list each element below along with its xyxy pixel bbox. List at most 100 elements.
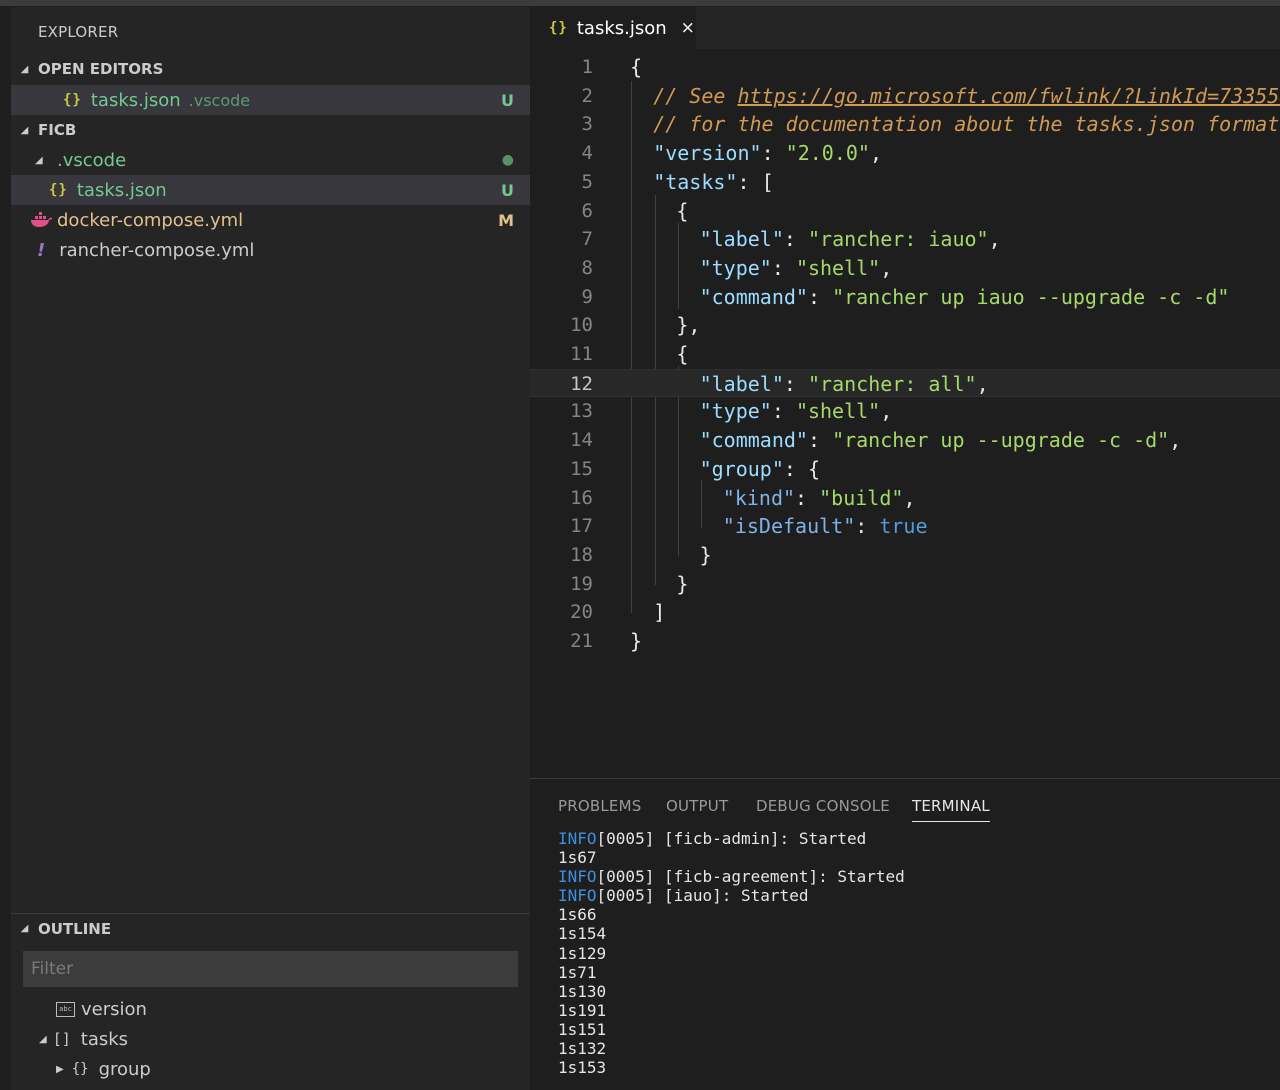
tree-folder-vscode[interactable]: ◢ .vscode ● [11, 145, 530, 175]
code-line[interactable]: 19} [530, 570, 1280, 598]
line-text: "command": "rancher up --upgrade -c -d", [700, 426, 1182, 454]
code-line[interactable]: 3 // for the documentation about the task… [530, 110, 1280, 138]
code-line[interactable]: 5 "tasks": [ [530, 168, 1280, 196]
code-line[interactable]: 11 { [530, 340, 1280, 368]
object-icon: {} [71, 1061, 89, 1077]
open-editors-label: OPEN EDITORS [38, 60, 164, 78]
code-line[interactable]: 13 "type": "shell", [530, 397, 1280, 425]
code-line[interactable]: 20] [530, 598, 1280, 626]
code-token: { [676, 198, 689, 223]
file-name: docker-compose.yml [57, 209, 244, 231]
tab-terminal[interactable]: TERMINAL [912, 797, 990, 822]
modified-dot-badge: ● [501, 152, 514, 168]
line-text: ] [653, 598, 665, 626]
tab-tasks-json[interactable]: {} tasks.json × [530, 7, 696, 49]
log-level: INFO [558, 886, 597, 906]
file-name: tasks.json [76, 179, 167, 201]
log-text: 1s71 [558, 962, 597, 982]
outline-label: OUTLINE [38, 919, 112, 938]
terminal-output[interactable]: INFO[0005] [ficb-admin]: Started 1s67 INFO… [558, 829, 905, 1077]
code-line[interactable]: 8 "type": "shell", [530, 254, 1280, 282]
code-token: : [783, 371, 808, 396]
folder-header-ficb[interactable]: ◢ FICB [11, 115, 530, 145]
outline-item-group[interactable]: ▶ {} group [11, 1054, 530, 1084]
code-token: : { [783, 456, 821, 481]
log-level: INFO [558, 867, 597, 887]
bottom-panel: PROBLEMS OUTPUT DEBUG CONSOLE TERMINAL I… [530, 778, 1280, 1090]
tab-debug-console[interactable]: DEBUG CONSOLE [756, 797, 890, 815]
line-text: { [630, 53, 642, 81]
json-icon: {} [49, 182, 68, 198]
line-text: "tasks": [ [653, 168, 773, 196]
code-token: "2.0.0" [785, 141, 870, 166]
line-text: "label": "rancher: iauo", [700, 225, 1001, 253]
code-token: } [630, 629, 643, 653]
code-token: "shell" [795, 255, 881, 280]
code-token: : [855, 514, 880, 539]
open-editor-filename: tasks.json [90, 89, 181, 111]
line-text: "group": { [700, 455, 820, 483]
code-token: "rancher up iauo --upgrade -c -d" [832, 284, 1230, 309]
outline-item-tasks[interactable]: ◢ [] tasks [11, 1024, 530, 1054]
code-line[interactable]: 6{ [530, 197, 1280, 225]
code-line[interactable]: 12 "label": "rancher: all", [530, 368, 1280, 398]
line-number: 11 [570, 343, 593, 365]
code-line[interactable]: 17 "isDefault": true [530, 512, 1280, 540]
code-line[interactable]: 7 "label": "rancher: iauo", [530, 225, 1280, 253]
line-number: 9 [581, 285, 593, 308]
code-token: } [676, 571, 689, 596]
code-token: "label" [699, 371, 784, 396]
code-line[interactable]: 1{ [530, 53, 1280, 81]
code-line[interactable]: 10}, [530, 311, 1280, 339]
terminal-line: 1s67 [558, 848, 905, 867]
code-line[interactable]: 4 "version": "2.0.0", [530, 139, 1280, 167]
code-line[interactable]: 9 "command": "rancher up iauo --upgrade -… [530, 283, 1280, 311]
code-line[interactable]: 2 // See https://go.microsoft.com/fwlink/… [530, 82, 1280, 110]
line-text: "version": "2.0.0", [653, 139, 882, 167]
explorer-sidebar: EXPLORER ◢ OPEN EDITORS {} tasks.json .v… [11, 7, 530, 1090]
line-number: 7 [581, 228, 593, 251]
code-token: "rancher: iauo" [807, 227, 989, 252]
close-icon[interactable]: × [681, 18, 695, 38]
untracked-badge: U [501, 180, 514, 200]
code-token: "group" [699, 456, 784, 481]
open-editors-header[interactable]: ◢ OPEN EDITORS [11, 54, 530, 84]
code-line[interactable]: 18} [530, 541, 1280, 569]
line-number: 6 [581, 199, 593, 222]
tab-output[interactable]: OUTPUT [666, 797, 728, 815]
code-token: : [807, 428, 833, 453]
code-token: "command" [699, 428, 808, 453]
terminal-line: 1s151 [558, 1020, 905, 1039]
code-token: { [676, 342, 689, 366]
outline-item-version[interactable]: abc version [11, 994, 530, 1024]
code-line[interactable]: 14 "command": "rancher up --upgrade -c -d… [530, 426, 1280, 454]
line-text: { [676, 340, 688, 368]
tree-file-tasks-json[interactable]: {} tasks.json U [11, 175, 530, 205]
terminal-line: INFO[0005] [ficb-admin]: Started [558, 829, 905, 848]
terminal-line: 1s71 [558, 963, 905, 982]
terminal-line: 1s129 [558, 944, 905, 963]
line-text: } [700, 541, 712, 569]
outline-filter-input[interactable]: Filter [23, 951, 518, 987]
line-number: 21 [570, 630, 593, 652]
open-editor-item-tasks-json[interactable]: {} tasks.json .vscode U [11, 85, 530, 115]
code-line[interactable]: 15 "group": { [530, 455, 1280, 483]
terminal-line: 1s191 [558, 1001, 905, 1020]
line-number: 2 [581, 84, 593, 107]
array-icon: [] [52, 1030, 71, 1048]
tab-label: tasks.json [576, 17, 667, 39]
line-text: "type": "shell", [700, 397, 893, 425]
line-text: "type": "shell", [700, 254, 893, 282]
code-line[interactable]: 16 "kind": "build", [530, 484, 1280, 512]
outline-header[interactable]: ◢ OUTLINE [11, 913, 530, 943]
log-text: [0005] [ficb-agreement]: Started [596, 867, 905, 887]
link-token[interactable]: https://go.microsoft.com/fwlink/?LinkId=… [737, 84, 1280, 108]
tab-problems[interactable]: PROBLEMS [558, 797, 641, 815]
code-line[interactable]: 21} [530, 627, 1280, 655]
log-text: 1s154 [558, 924, 607, 944]
code-token: , [903, 485, 916, 510]
tree-file-docker-compose[interactable]: docker-compose.yml M [11, 205, 530, 235]
tree-file-rancher-compose[interactable]: ! rancher-compose.yml [11, 235, 530, 265]
line-text: "label": "rancher: all", [700, 370, 989, 398]
code-token: // for the documentation about the tasks… [653, 112, 1280, 137]
